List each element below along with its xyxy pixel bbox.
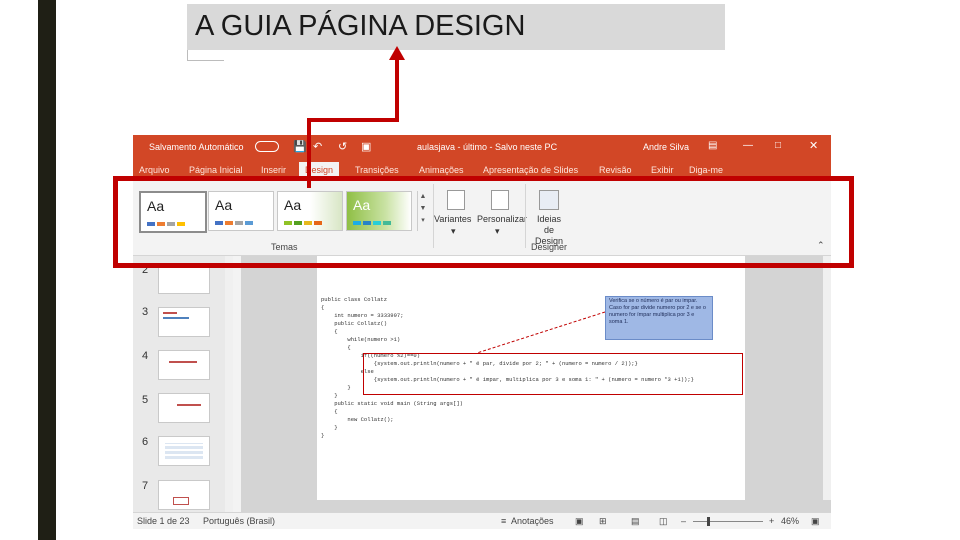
autosave-toggle[interactable]: [255, 141, 279, 152]
tab-apresentacao[interactable]: Apresentação de Slides: [483, 165, 578, 175]
window-titlebar: Salvamento Automático 💾 ↶ ↺ ▣ aulasjava …: [133, 135, 831, 160]
tab-exibir[interactable]: Exibir: [651, 165, 674, 175]
normal-view-icon[interactable]: ▣: [575, 516, 584, 527]
arrow-stem-horizontal: [307, 118, 399, 122]
save-icon[interactable]: 💾: [293, 140, 307, 153]
tab-transicoes[interactable]: Transições: [355, 165, 399, 175]
arrow-stem-upper: [395, 58, 399, 122]
tell-me-search[interactable]: Diga-me: [689, 165, 723, 175]
thumbnails-scrollbar[interactable]: [225, 256, 233, 512]
arrow-stem-lower: [307, 118, 311, 188]
slide-number: 4: [142, 350, 149, 362]
zoom-slider[interactable]: [693, 521, 763, 522]
explanation-note: Verifica se o número é par ou impar. Cas…: [605, 296, 713, 340]
tab-inserir[interactable]: Inserir: [261, 165, 286, 175]
undo-icon[interactable]: ↶: [313, 140, 322, 153]
user-name[interactable]: Andre Silva: [643, 142, 689, 152]
autosave-label: Salvamento Automático: [149, 142, 244, 152]
left-accent-bar: [38, 0, 56, 540]
slide-thumbnail[interactable]: [158, 393, 210, 423]
slide-number: 5: [142, 394, 149, 406]
language-indicator[interactable]: Português (Brasil): [203, 516, 275, 526]
slide-counter: Slide 1 de 23: [137, 516, 190, 526]
slide-thumbnail[interactable]: [158, 480, 210, 510]
editor-scrollbar[interactable]: [823, 256, 831, 500]
tab-revisao[interactable]: Revisão: [599, 165, 632, 175]
document-title: aulasjava - último - Salvo neste PC: [417, 142, 558, 152]
fit-slide-icon[interactable]: ▣: [811, 516, 820, 527]
title-bracket: [187, 50, 224, 61]
arrow-head-icon: [389, 46, 405, 60]
note-connector: [476, 311, 606, 354]
redo-icon[interactable]: ↺: [338, 140, 347, 153]
slide-thumbnails: 2 3 4 5 6 7: [133, 256, 233, 512]
slide-number: 7: [142, 480, 149, 492]
zoom-in-icon[interactable]: +: [769, 516, 774, 526]
status-bar: Slide 1 de 23 Português (Brasil) ≡ Anota…: [133, 512, 831, 529]
zoom-level[interactable]: 46%: [781, 516, 799, 526]
slide-thumbnail[interactable]: [158, 264, 210, 294]
ribbon-display-icon[interactable]: ▤: [708, 140, 717, 151]
zoom-out-icon[interactable]: –: [681, 516, 686, 526]
slide-number: 3: [142, 306, 149, 318]
ribbon-highlight-frame: [113, 176, 854, 268]
page-title: A GUIA PÁGINA DESIGN: [195, 10, 526, 42]
zoom-slider-thumb[interactable]: [707, 517, 710, 526]
current-slide: public class Collatz{ int numero = 33339…: [317, 256, 745, 500]
notes-button[interactable]: Anotações: [511, 516, 554, 526]
notes-icon[interactable]: ≡: [501, 516, 506, 526]
tab-pagina-inicial[interactable]: Página Inicial: [189, 165, 243, 175]
slide-thumbnail[interactable]: [158, 350, 210, 380]
maximize-icon[interactable]: □: [775, 140, 781, 151]
slide-number: 6: [142, 436, 149, 448]
slideshow-icon[interactable]: ◫: [659, 516, 668, 527]
present-icon[interactable]: ▣: [361, 140, 371, 153]
slide-editor: public class Collatz{ int numero = 33339…: [241, 256, 831, 512]
slide-thumbnail[interactable]: [158, 436, 210, 466]
slide-thumbnail[interactable]: [158, 307, 210, 337]
close-icon[interactable]: ✕: [809, 139, 818, 152]
tab-animacoes[interactable]: Animações: [419, 165, 464, 175]
slide-sorter-icon[interactable]: ⊞: [599, 516, 607, 527]
minimize-icon[interactable]: —: [743, 140, 753, 151]
reading-view-icon[interactable]: ▤: [631, 516, 640, 527]
tab-arquivo[interactable]: Arquivo: [139, 165, 170, 175]
